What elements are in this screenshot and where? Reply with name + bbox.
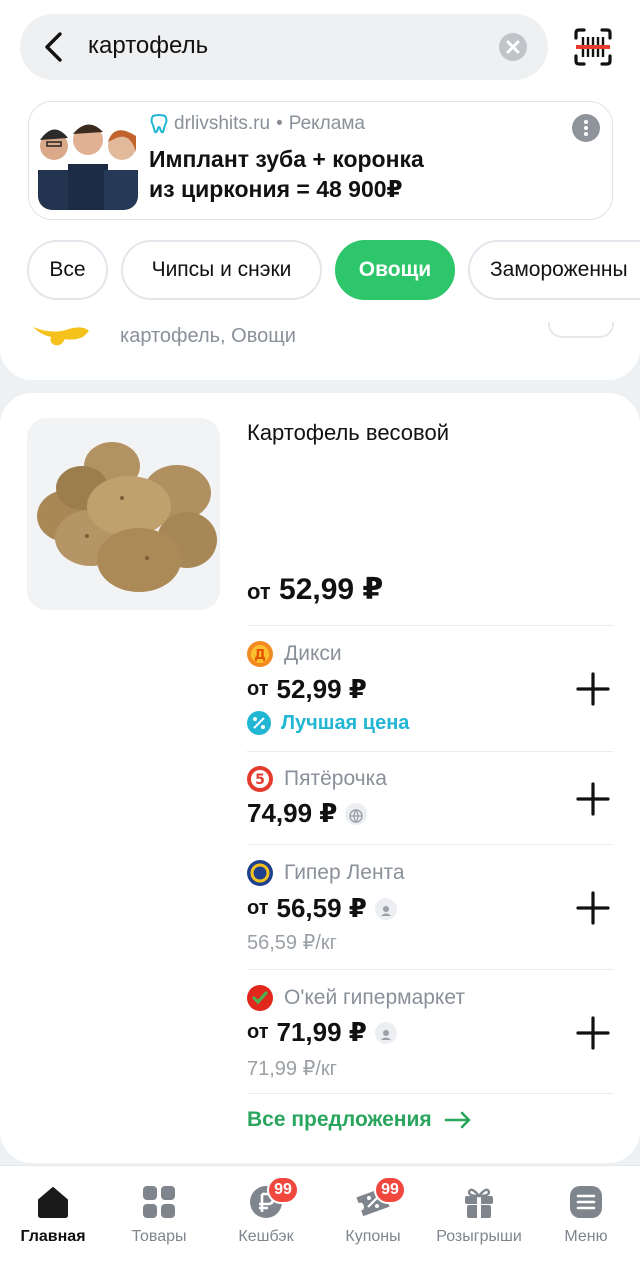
add-lenta-icon[interactable] [576, 891, 610, 925]
percent-icon [247, 711, 271, 735]
person-icon [374, 897, 397, 920]
store-name-lenta[interactable]: Гипер Лента [284, 861, 405, 885]
divider [247, 844, 613, 845]
peek-subtitle: картофель, Овощи [120, 325, 296, 347]
price-prefix: от [247, 579, 271, 604]
per-kg-okey: 71,99 ₽/кг [247, 1058, 337, 1080]
svg-text:Д: Д [254, 648, 266, 663]
offer-price-prefix: от [247, 1021, 269, 1043]
home-icon [38, 1187, 68, 1218]
product-price: от 52,99 ₽ [247, 572, 383, 607]
nav-coupons[interactable]: 99 Купоны [320, 1176, 426, 1254]
arrow-right-icon [444, 1111, 470, 1129]
nav-label: Меню [564, 1228, 608, 1245]
pyaterochka-logo-icon: 5 [247, 766, 273, 792]
offer-price-value: 74,99 ₽ [247, 798, 338, 828]
ad-separator: • [276, 113, 283, 134]
divider [247, 625, 613, 626]
chip-frozen[interactable]: Замороженны [468, 240, 640, 300]
lenta-logo-icon [247, 860, 273, 886]
product-title[interactable]: Картофель весовой [247, 420, 449, 446]
chip-chips-snacks[interactable]: Чипсы и снэки [121, 240, 322, 300]
ad-label: Реклама [288, 113, 365, 134]
all-offers-link[interactable]: Все предложения [247, 1108, 472, 1132]
nav-cashback[interactable]: 99 Кешбэк [213, 1176, 319, 1254]
nav-home[interactable]: Главная [0, 1180, 106, 1254]
offer-price-value: 56,59 ₽ [276, 893, 367, 923]
nav-label: Главная [20, 1228, 86, 1245]
nav-label: Товары [131, 1228, 187, 1245]
ad-more-icon[interactable] [572, 114, 600, 142]
ad-title-line-2: из циркония = 48 900₽ [149, 176, 403, 202]
offer-price-pyaterochka: 74,99 ₽ [247, 798, 368, 829]
offer-price-prefix: от [247, 678, 269, 700]
grid-icon [143, 1186, 175, 1218]
store-name-okey[interactable]: О'кей гипермаркет [284, 986, 465, 1010]
ad-image [38, 112, 138, 210]
back-arrow-icon[interactable] [38, 30, 70, 64]
nav-label: Розыгрыши [436, 1228, 522, 1245]
add-okey-icon[interactable] [576, 1016, 610, 1050]
price-value: 52,99 ₽ [279, 573, 384, 606]
offer-price-value: 71,99 ₽ [276, 1017, 367, 1047]
nav-label: Купоны [345, 1228, 401, 1245]
divider [247, 1093, 613, 1094]
offer-price-value: 52,99 ₽ [276, 674, 367, 704]
svg-text:5: 5 [255, 772, 265, 788]
offer-price-okey: от 71,99 ₽ [247, 1017, 397, 1048]
ad-title[interactable]: Имплант зуба + коронка из циркония = 48 … [149, 144, 569, 204]
clear-search-icon[interactable] [499, 33, 527, 61]
cashback-badge: 99 [267, 1176, 299, 1204]
tooth-icon [150, 114, 168, 134]
add-dixy-icon[interactable] [576, 672, 610, 706]
best-price-label: Лучшая цена [247, 711, 409, 735]
okey-logo-icon [247, 985, 273, 1011]
ad-source[interactable]: drlivshits.ru [174, 113, 270, 135]
menu-icon [570, 1186, 602, 1218]
ad-source-line: drlivshits.ru • Реклама [150, 113, 365, 135]
dixy-logo-icon: Д [247, 641, 273, 667]
all-offers-text: Все предложения [247, 1108, 432, 1131]
divider [247, 969, 613, 970]
offer-price-lenta: от 56,59 ₽ [247, 893, 397, 924]
best-price-text: Лучшая цена [281, 711, 410, 734]
offer-price-prefix: от [247, 897, 269, 919]
chip-vegetables[interactable]: Овощи [335, 240, 455, 300]
per-kg-lenta: 56,59 ₽/кг [247, 932, 337, 954]
peek-toggle[interactable] [548, 322, 614, 338]
search-input[interactable]: картофель [88, 32, 208, 60]
nav-label: Кешбэк [238, 1228, 294, 1245]
nav-giveaways[interactable]: Розыгрыши [426, 1180, 532, 1254]
nav-products[interactable]: Товары [106, 1180, 212, 1254]
barcode-scan-icon[interactable] [574, 28, 612, 66]
nav-menu[interactable]: Меню [533, 1180, 639, 1254]
divider [247, 751, 613, 752]
coupons-badge: 99 [374, 1176, 406, 1204]
ad-title-line-1: Имплант зуба + коронка [149, 146, 424, 172]
product-thumb-partial [33, 327, 89, 346]
globe-icon [345, 802, 368, 825]
add-pyaterochka-icon[interactable] [576, 782, 610, 816]
gift-icon [465, 1188, 493, 1218]
store-name-pyaterochka[interactable]: Пятёрочка [284, 767, 387, 791]
product-image[interactable] [27, 418, 220, 610]
chip-all[interactable]: Все [27, 240, 108, 300]
person-icon [374, 1021, 397, 1044]
offer-price-dixy: от 52,99 ₽ [247, 674, 367, 705]
store-name-dixy[interactable]: Дикси [284, 642, 342, 666]
